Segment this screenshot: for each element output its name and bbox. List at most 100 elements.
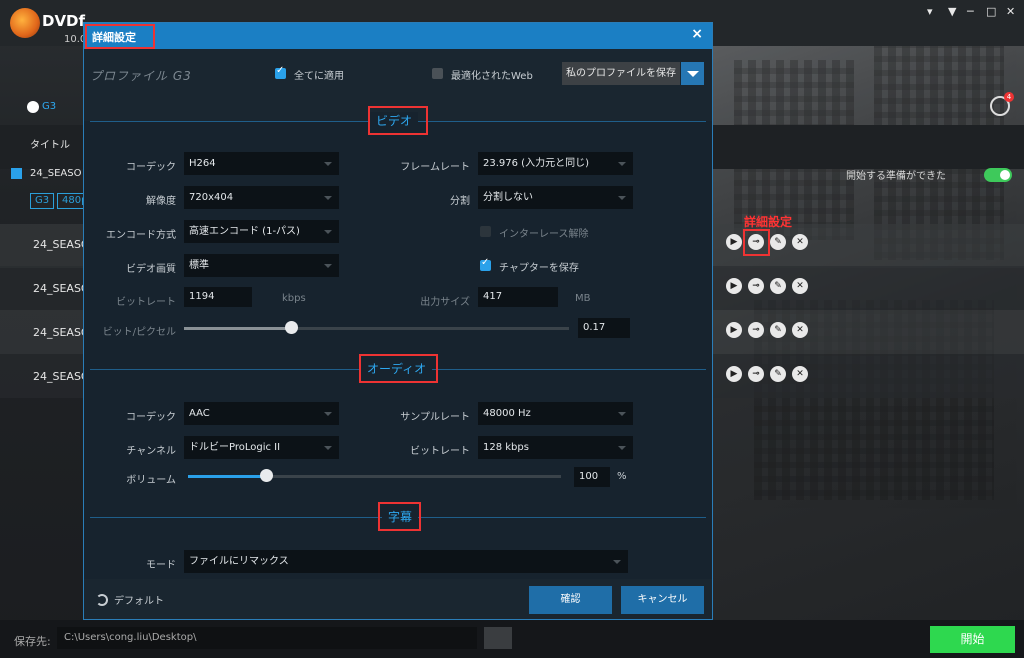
list-item-title: 24_SEASO [33,370,90,383]
edit-icon[interactable]: ✎ [770,322,786,338]
dvdfab-logo-icon [10,8,40,38]
subtitle-mode-label: モード [146,560,176,571]
play-icon[interactable]: ▶ [726,278,742,294]
volume-label: ボリューム [126,475,176,486]
audio-bitrate-label: ビットレート [410,446,470,457]
dropdown-icon[interactable]: ▼ [948,5,956,18]
header-link[interactable]: G3 [42,101,56,112]
video-quality-label: ビデオ画質 [126,264,176,275]
menu-icon[interactable]: ▾ [927,5,933,18]
reset-icon[interactable] [96,594,108,606]
output-size-input[interactable]: 417 [478,287,558,307]
ok-button[interactable]: 確認 [529,586,612,614]
audio-bitrate-select[interactable]: 128 kbps [478,436,633,459]
remove-icon[interactable]: ✕ [792,322,808,338]
volume-input[interactable]: 100 [574,467,610,487]
apply-all-checkbox[interactable] [275,65,286,79]
resolution-select[interactable]: 720x404 [184,186,339,209]
remove-icon[interactable]: ✕ [792,366,808,382]
default-button[interactable]: デフォルト [114,592,164,607]
split-select[interactable]: 分割しない [478,186,633,209]
play-icon[interactable]: ▶ [726,322,742,338]
title-annotation-box [85,24,155,49]
video-bitrate-input[interactable]: 1194 [184,287,252,307]
audio-codec-select[interactable]: AAC [184,402,339,425]
web-optimized-checkbox[interactable] [432,68,443,79]
close-app-icon[interactable]: ✕ [1006,5,1015,18]
edit-icon[interactable]: ✎ [770,234,786,250]
save-path-field[interactable]: C:\Users\cong.liu\Desktop\ [57,627,477,649]
bpp-input[interactable]: 0.17 [578,318,630,338]
notification-badge: 4 [1004,92,1014,102]
samplerate-select[interactable]: 48000 Hz [478,402,633,425]
audio-annotation-box [359,354,438,383]
volume-slider-fill [188,475,266,478]
save-profile-dropdown-icon[interactable] [681,62,704,85]
channel-label: チャンネル [126,446,176,457]
column-title: タイトル [30,140,70,151]
output-size-unit: MB [575,293,591,304]
row-controls: ▶ ⊸ ✎ ✕ [726,366,808,382]
deinterlace-label: インターレース解除 [499,229,589,240]
save-profile-button[interactable]: 私のプロファイルを保存 [562,62,680,85]
list-item-title: 24_SEASO [33,238,90,251]
close-icon[interactable]: × [691,26,703,42]
annotation-highlight-box [743,229,770,256]
settings-wrench-icon[interactable]: ⊸ [748,322,764,338]
ready-toggle[interactable] [984,168,1012,182]
remove-icon[interactable]: ✕ [792,234,808,250]
volume-slider-knob[interactable] [260,469,273,482]
split-label: 分割 [450,196,470,207]
video-codec-select[interactable]: H264 [184,152,339,175]
edit-icon[interactable]: ✎ [770,278,786,294]
keep-chapters-checkbox[interactable] [480,257,491,271]
audio-codec-label: コーデック [126,412,176,423]
subtitle-mode-select[interactable]: ファイルにリマックス [184,550,628,573]
encode-mode-label: エンコード方式 [106,230,176,241]
row-controls: ▶ ⊸ ✎ ✕ [726,322,808,338]
cancel-button[interactable]: キャンセル [621,586,704,614]
video-codec-label: コーデック [126,162,176,173]
video-bitrate-unit: kbps [282,293,306,304]
profile-name: プロファイル G3 [90,69,192,83]
video-annotation-box [368,106,428,135]
bpp-slider-knob[interactable] [285,321,298,334]
video-quality-select[interactable]: 標準 [184,254,339,277]
keep-chapters-label: チャプターを保存 [499,263,579,274]
minimize-icon[interactable]: ─ [967,5,974,18]
arrow-right-icon[interactable] [27,101,39,113]
edit-icon[interactable]: ✎ [770,366,786,382]
channel-select[interactable]: ドルビーProLogic II [184,436,339,459]
volume-unit: % [617,471,627,482]
folder-icon[interactable] [484,627,512,649]
encode-mode-select[interactable]: 高速エンコード (1-パス) [184,220,339,243]
bpp-slider-fill [184,327,292,330]
play-icon[interactable]: ▶ [726,366,742,382]
subtitle-annotation-box [378,502,421,531]
deinterlace-checkbox[interactable] [480,226,491,237]
start-button[interactable]: 開始 [930,626,1015,653]
bpp-label: ビット/ピクセル [102,327,176,338]
web-optimized-label: 最適化されたWeb [451,71,533,82]
settings-wrench-icon[interactable]: ⊸ [748,366,764,382]
advanced-settings-annotation: 詳細設定 [744,215,793,229]
dialog-title-bar: 詳細設定 × [84,23,712,49]
framerate-label: フレームレート [400,162,470,173]
apply-all-label: 全てに適用 [294,71,344,82]
list-item-title: 24_SEASO [33,326,90,339]
row-controls: ▶ ⊸ ✎ ✕ [726,278,808,294]
output-size-label: 出力サイズ [420,297,470,308]
maximize-icon[interactable]: □ [986,5,996,18]
group-title: 24_SEASO [30,168,82,179]
advanced-settings-dialog: 詳細設定 × プロファイル G3 全てに適用 最適化されたWeb 私のプロファイ… [83,22,713,620]
settings-wrench-icon[interactable]: ⊸ [748,278,764,294]
save-location-label: 保存先: [14,635,51,648]
dialog-footer [84,579,712,619]
remove-icon[interactable]: ✕ [792,278,808,294]
collapse-icon[interactable] [11,168,22,179]
profile-badge: G3 [30,193,55,209]
framerate-select[interactable]: 23.976 (入力元と同じ) [478,152,633,175]
app-logo-text: DVDf [42,12,86,30]
play-icon[interactable]: ▶ [726,234,742,250]
samplerate-label: サンプルレート [400,412,470,423]
